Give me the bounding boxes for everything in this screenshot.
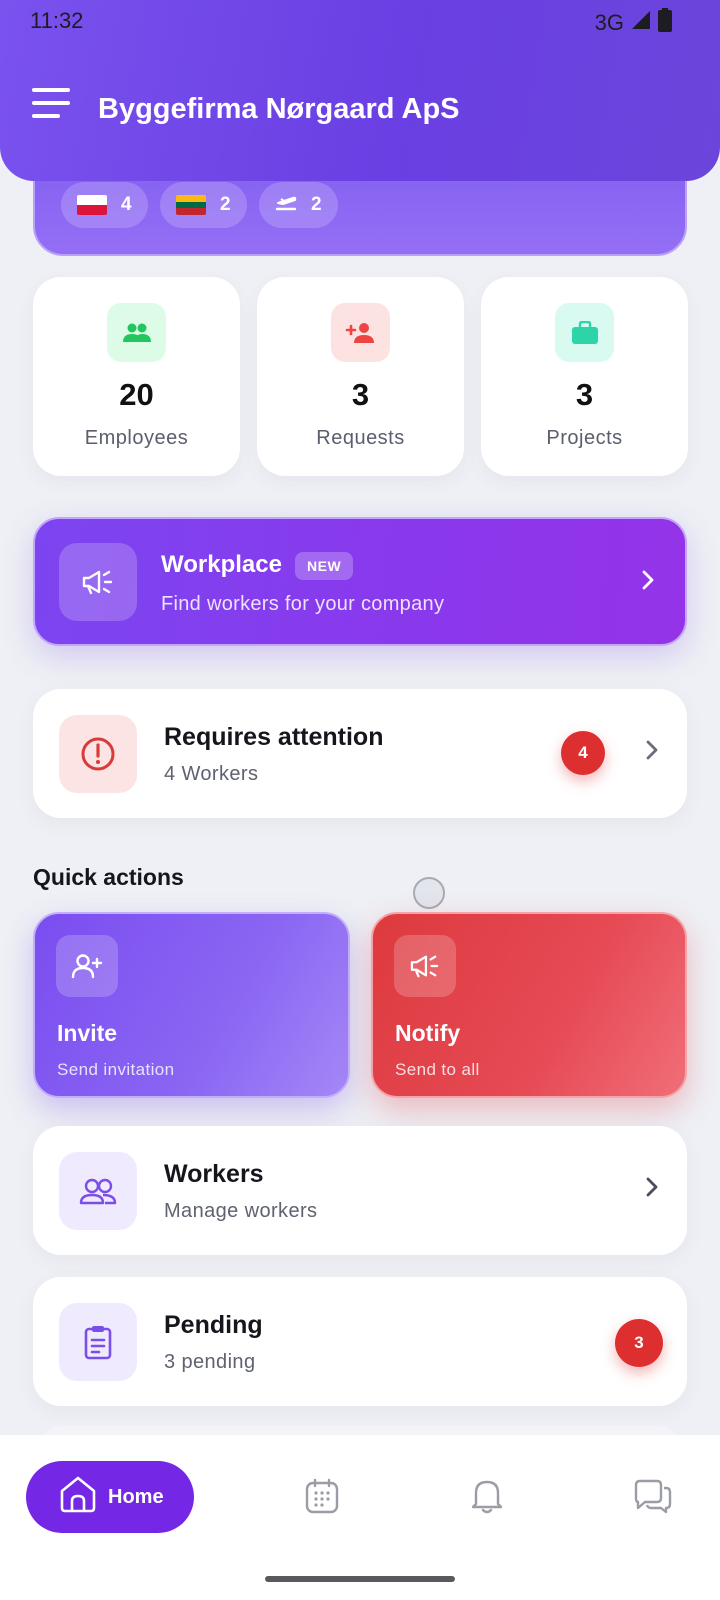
- stat-value: 3: [351, 377, 370, 412]
- bottom-navigation: Home: [0, 1435, 720, 1600]
- stat-label: Requests: [316, 427, 405, 449]
- battery-icon: [658, 8, 672, 38]
- menu-icon-line: [32, 114, 60, 118]
- stat-value: 3: [575, 377, 594, 412]
- status-bar: 11:32 3G: [0, 0, 720, 40]
- workplace-subtitle: Find workers for your company: [161, 593, 445, 615]
- people-icon: [107, 303, 166, 362]
- invite-button[interactable]: Invite Send invitation: [33, 912, 350, 1098]
- menu-icon-line: [32, 101, 70, 105]
- chevron-right-icon: [645, 739, 659, 766]
- chip-lithuania[interactable]: 2: [160, 182, 247, 228]
- nav-messages-button[interactable]: [630, 1475, 676, 1521]
- workplace-banner[interactable]: Workplace NEW Find workers for your comp…: [33, 517, 687, 646]
- nav-home-button[interactable]: Home: [26, 1461, 194, 1533]
- pending-title: Pending: [164, 1311, 263, 1339]
- pending-subtitle: 3 pending: [164, 1351, 256, 1373]
- chip-departures[interactable]: 2: [259, 182, 338, 228]
- bell-icon: [470, 1477, 504, 1520]
- touch-indicator: [413, 877, 445, 909]
- network-label: 3G: [594, 10, 624, 35]
- megaphone-icon: [59, 543, 137, 621]
- invite-subtitle: Send invitation: [57, 1060, 175, 1079]
- home-icon: [58, 1475, 98, 1519]
- stat-projects[interactable]: 3 Projects: [481, 277, 688, 476]
- people-outline-icon: [59, 1152, 137, 1230]
- workers-card[interactable]: Workers Manage workers: [33, 1126, 687, 1255]
- plane-departure-icon: [275, 192, 297, 218]
- requires-attention-card[interactable]: Requires attention 4 Workers 4: [33, 689, 687, 818]
- lithuania-flag-icon: [176, 195, 206, 215]
- invite-title: Invite: [57, 1020, 118, 1046]
- new-badge: NEW: [295, 552, 354, 580]
- page-title: Byggefirma Nørgaard ApS: [98, 93, 460, 125]
- attention-title: Requires attention: [164, 723, 384, 751]
- stat-label: Projects: [546, 427, 623, 449]
- pending-card[interactable]: Pending 3 pending 3: [33, 1277, 687, 1406]
- chat-bubbles-icon: [633, 1478, 673, 1519]
- calendar-icon: [305, 1478, 339, 1519]
- status-indicators: 3G: [595, 8, 672, 38]
- chip-count: 2: [311, 194, 322, 215]
- chip-count: 2: [220, 194, 231, 215]
- workplace-title: Workplace: [161, 551, 282, 578]
- notify-button[interactable]: Notify Send to all: [371, 912, 687, 1098]
- signal-icon: [630, 9, 652, 37]
- workers-title: Workers: [164, 1160, 264, 1188]
- nav-notifications-button[interactable]: [464, 1475, 510, 1521]
- pending-count-badge: 3: [615, 1319, 663, 1367]
- menu-icon: [32, 88, 70, 92]
- menu-button[interactable]: [32, 88, 72, 122]
- clipboard-icon: [59, 1303, 137, 1381]
- stat-label: Employees: [84, 427, 189, 449]
- notify-title: Notify: [395, 1020, 461, 1046]
- attention-count-badge: 4: [561, 731, 605, 775]
- stat-requests[interactable]: 3 Requests: [257, 277, 464, 476]
- person-add-icon: [56, 935, 118, 997]
- stat-value: 20: [119, 377, 154, 412]
- attention-subtitle: 4 Workers: [164, 763, 259, 785]
- gesture-home-indicator[interactable]: [265, 1576, 455, 1582]
- workers-subtitle: Manage workers: [164, 1200, 318, 1222]
- chip-count: 4: [121, 194, 132, 215]
- chevron-right-icon: [641, 569, 655, 596]
- chevron-right-icon: [645, 1176, 659, 1203]
- megaphone-icon: [394, 935, 456, 997]
- nav-home-label: Home: [108, 1485, 164, 1508]
- nav-calendar-button[interactable]: [299, 1475, 345, 1521]
- poland-flag-icon: [77, 195, 107, 215]
- person-add-icon: [331, 303, 390, 362]
- quick-actions-heading: Quick actions: [33, 864, 184, 890]
- stat-employees[interactable]: 20 Employees: [33, 277, 240, 476]
- notify-subtitle: Send to all: [395, 1060, 480, 1079]
- briefcase-icon: [555, 303, 614, 362]
- alert-circle-icon: [59, 715, 137, 793]
- chip-poland[interactable]: 4: [61, 182, 148, 228]
- status-time: 11:32: [30, 8, 84, 33]
